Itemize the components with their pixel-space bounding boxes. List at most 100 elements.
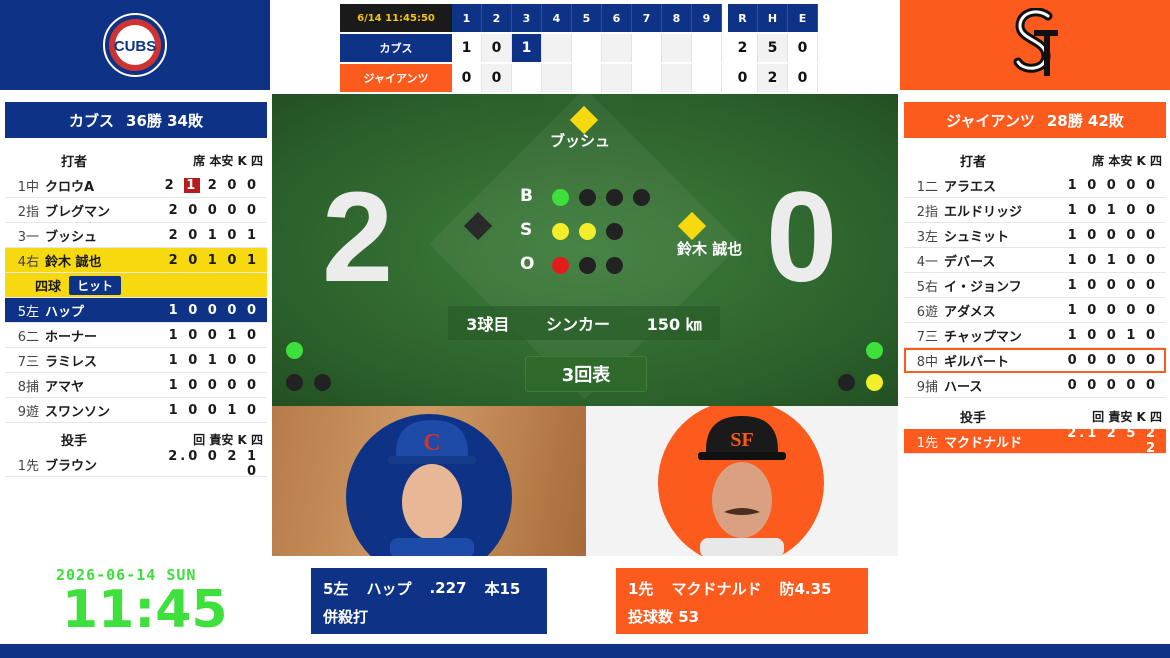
home-indicator-light-icon [866,342,883,359]
runner-second-name: ブッシュ [550,132,611,150]
lineup-position: 5左 [17,304,39,320]
away-pitchers-list: 1先 ブラウン 2.0 0 2 1 0 [5,449,267,479]
away-indicator-light-icon [286,342,303,359]
inning-header: 5 [572,4,602,32]
away-inning-score [692,34,722,62]
lineup-position: 1中 [17,179,39,195]
pitcher-portrait-icon: SF [698,416,786,556]
pitch-number: 3球目 [466,315,510,334]
player-stats: 2 0 1 0 1 [168,227,259,243]
player-name: アダメス [944,304,996,320]
table-row: 6二 ホーナー 1 0 0 1 0 [5,323,267,348]
clock-time: 11:45 [62,580,228,640]
player-stats: 2 0 0 0 0 [168,202,259,218]
player-stats: 2 1 2 0 0 [159,177,267,193]
game-time: 6/14 11:45:50 [340,4,452,32]
player-stats: 1 0 1 0 0 [1067,252,1158,268]
count-light-icon [633,189,650,206]
linescore: 6/14 11:45:50 123456789 RHE カブス 101 250 … [340,4,818,92]
pitch-type: シンカー [546,315,611,334]
table-row: 2指 エルドリッジ 1 0 1 0 0 [904,198,1166,223]
away-total-score: 5 [758,34,788,62]
bottom-bar [0,644,1170,658]
lineup-position: 7三 [17,354,39,370]
player-stats: 1 0 0 0 0 [1067,302,1158,318]
lineup-position: 5右 [916,279,938,295]
prev-event: 四球 [35,279,62,295]
player-stats: 1 0 0 1 0 [168,327,259,343]
away-inning-score [662,34,692,62]
batter-order: 5左 [323,579,349,598]
lineup-position: 3一 [17,229,39,245]
lineup-position: 1先 [916,435,938,451]
cubs-logo-banner: CUBS [0,0,270,90]
batter-name: ハップ [366,579,412,598]
inning-header: 9 [692,4,722,32]
inning-header: 2 [482,4,512,32]
away-indicator-light-icon [286,374,303,391]
lineup-position: 9遊 [17,404,39,420]
table-row: 5左 ハップ 1 0 0 0 0 [5,298,267,323]
player-name: デバース [944,254,996,270]
pitcher-order: 1先 [628,579,654,598]
totals-header: H [758,4,788,32]
totals-header: R [728,4,758,32]
home-team-record: 28勝 42敗 [1046,111,1124,130]
stat-value: 2 [164,177,177,193]
strikes-label: S [520,220,533,240]
lineup-position: 2指 [17,204,39,220]
player-stats: 1 0 0 1 0 [1067,327,1158,343]
home-inning-score [512,64,542,92]
player-name: エルドリッジ [944,204,1023,220]
player-name: ブラウン [45,458,98,474]
svg-text:SF: SF [730,429,753,451]
player-name: クロウA [45,179,95,195]
pitcher-photo: SF [586,406,898,556]
inning-header: 1 [452,4,482,32]
linescore-away-team: カブス [340,34,452,62]
away-inning-score [572,34,602,62]
hit-marker: 1 [184,177,201,193]
away-inning-score [542,34,572,62]
svg-text:C: C [423,430,440,456]
batter-info-box: 5左 ハップ .227 本15 併殺打 [311,568,547,634]
player-stats: 0 0 0 0 0 [1067,377,1158,393]
count-light-icon [552,257,569,274]
away-team-name: カブス [69,111,115,130]
stat-value: 0 [227,177,240,193]
table-row: 1先 マクドナルド 2.1 2 5 2 2 [904,426,1166,456]
player-stats: 1 0 0 0 0 [168,302,259,318]
player-name: マクドナルド [944,435,1023,451]
table-row: 3左 シュミット 1 0 0 0 0 [904,223,1166,248]
home-batters-header: 打者 席 本安 K 四 [960,154,1162,170]
inning-indicator: 3回表 [525,356,647,392]
away-indicator-light-icon [314,374,331,391]
outs-label: O [520,254,535,274]
pitcher-pitch-count: 投球数 53 [628,607,700,626]
count-light-icon [579,257,596,274]
player-name: ハース [944,379,983,395]
linescore-home-team: ジャイアンツ [340,64,452,92]
count-light-icon [606,189,623,206]
giants-sf-logo-icon [1013,8,1058,76]
table-row: 4右 鈴木 誠也 2 0 1 0 1 [5,248,267,273]
away-inning-score [602,34,632,62]
player-name: イ・ジョンフ [944,279,1022,295]
player-stats: 1 0 0 0 0 [1067,177,1158,193]
lineup-position: 7三 [916,329,938,345]
lineup-position: 1二 [916,179,938,195]
table-row: 3一 ブッシュ 2 0 1 0 1 [5,223,267,248]
home-total-score: 0 [728,64,758,92]
count-light-icon [579,223,596,240]
table-row: 1中 クロウA 2 1 2 0 0 [5,173,267,198]
player-stats: 1 0 0 0 0 [168,377,259,393]
lineup-position: 8捕 [17,379,39,395]
away-total-score: 2 [728,34,758,62]
count-light-icon [552,189,569,206]
table-row: 9捕 ハース 0 0 0 0 0 [904,373,1166,398]
away-team-panel: カブス 36勝 34敗 打者 席 本安 K 四 1中 クロウA 2 1 2 0 02… [5,102,267,479]
player-name: スワンソン [45,404,111,420]
player-name: ブレグマン [45,204,111,220]
home-indicator-light-icon [838,374,855,391]
count-light-icon [552,223,569,240]
